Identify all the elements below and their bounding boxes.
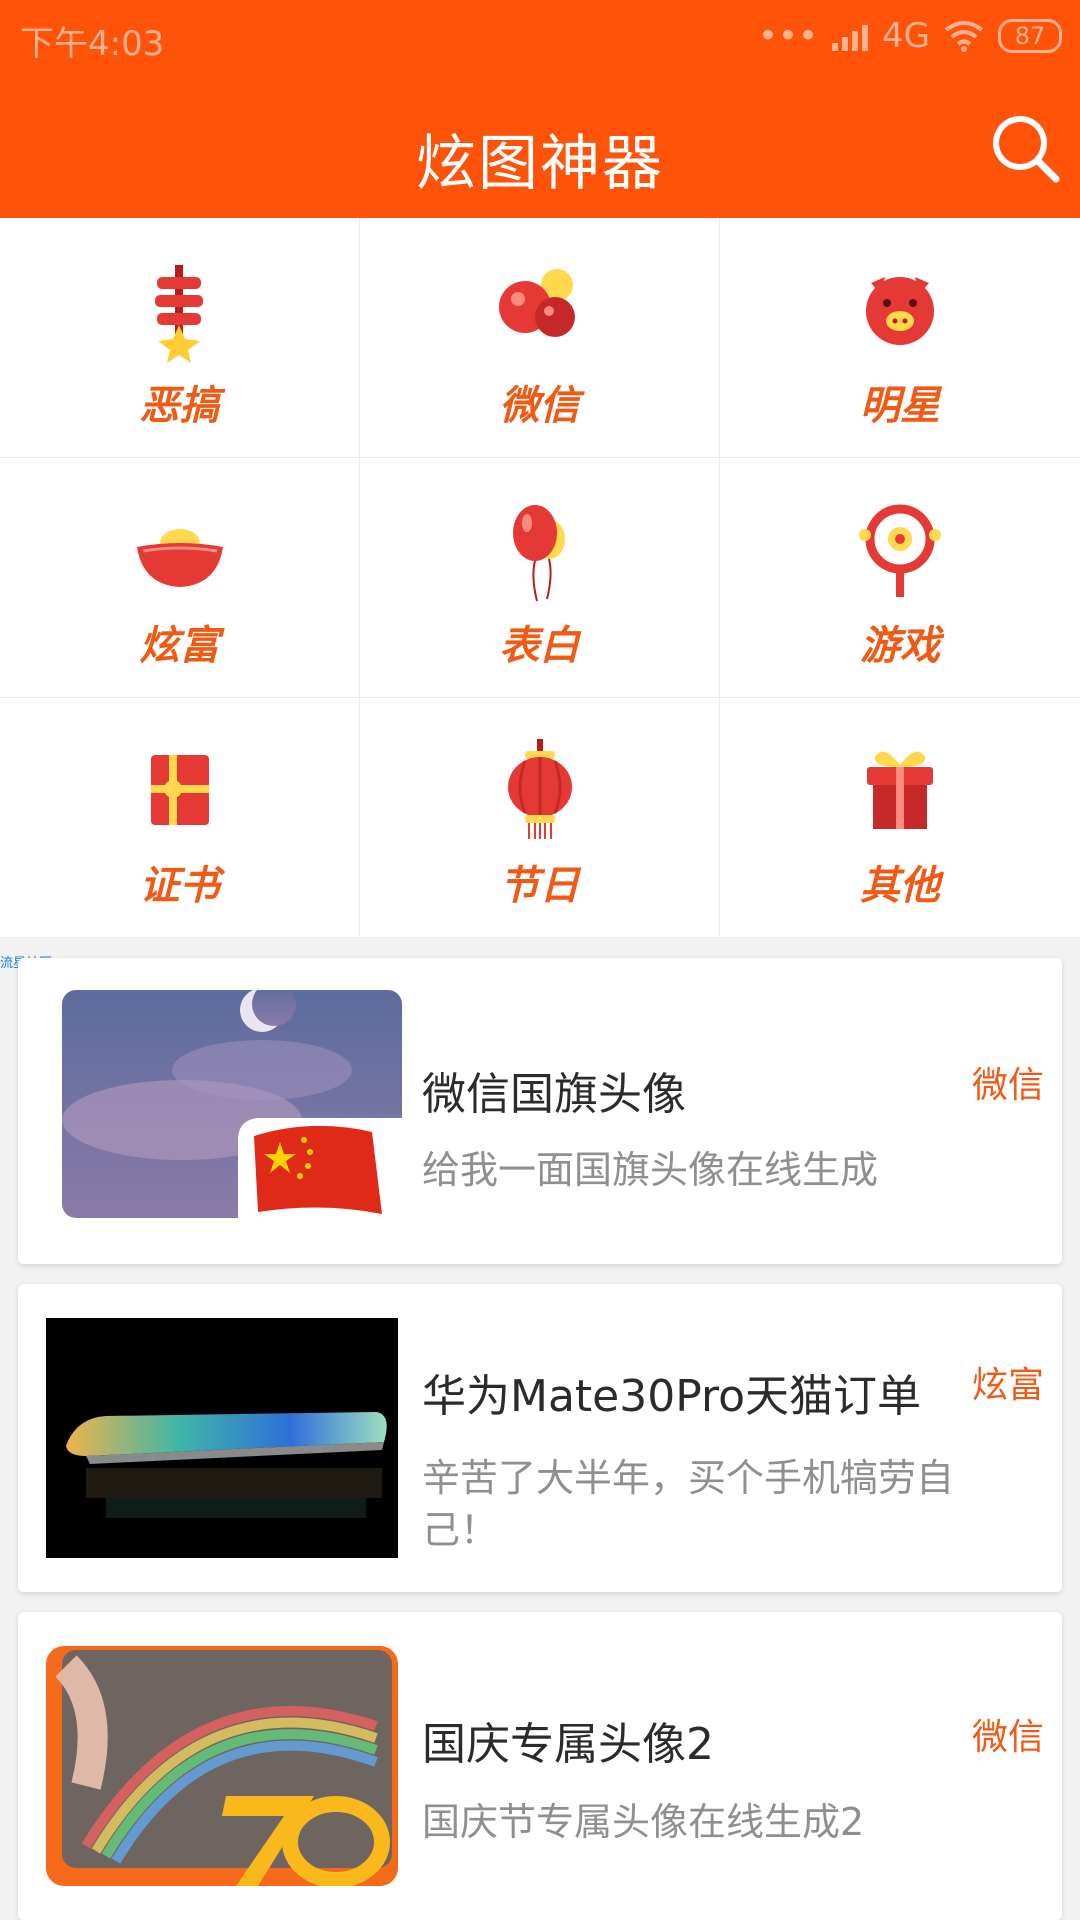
feed-card[interactable]: 微信国旗头像 给我一面国旗头像在线生成 微信 xyxy=(18,958,1062,1264)
status-time: 下午4:03 xyxy=(20,24,165,64)
category-item-holiday[interactable]: 节日 xyxy=(360,698,720,938)
category-item-wechat[interactable]: 微信 xyxy=(360,218,720,458)
category-grid: 恶搞 微信 明星 炫富 表白 游戏 证书 节日 其他 xyxy=(0,218,1080,938)
card-title: 华为Mate30Pro天猫订单 xyxy=(422,1371,922,1422)
category-label: 表白 xyxy=(499,622,580,669)
target-icon xyxy=(859,504,941,597)
app-header: 炫图神器 xyxy=(0,75,1080,218)
pig-icon xyxy=(866,276,934,345)
card-description: 辛苦了大半年，买个手机犒劳自己！ xyxy=(422,1456,955,1552)
gold-ingot-icon xyxy=(136,528,223,587)
category-item-prank[interactable]: 恶搞 xyxy=(0,218,360,458)
card-title: 国庆专属头像2 xyxy=(422,1719,714,1770)
category-item-celebrity[interactable]: 明星 xyxy=(720,218,1080,458)
firecracker-icon xyxy=(154,264,203,363)
status-icons: ••• 4G 87 xyxy=(758,16,1062,56)
signal-icon xyxy=(832,21,869,51)
wifi-icon xyxy=(944,21,984,52)
battery-indicator: 87 xyxy=(998,19,1062,53)
card-title: 微信国旗头像 xyxy=(422,1069,686,1120)
gift-box-icon xyxy=(867,751,933,829)
category-label: 炫富 xyxy=(139,622,220,669)
page-title: 炫图神器 xyxy=(416,129,664,199)
category-item-other[interactable]: 其他 xyxy=(720,698,1080,938)
red-envelope-icon xyxy=(150,754,209,825)
national-day-avatar-thumbnail xyxy=(46,1646,398,1886)
network-type: 4G xyxy=(882,16,930,56)
feed-card[interactable]: 华为Mate30Pro天猫订单 辛苦了大半年，买个手机犒劳自己！ 炫富 xyxy=(18,1284,1062,1592)
category-item-show-wealth[interactable]: 炫富 xyxy=(0,458,360,698)
card-category-tag: 微信 xyxy=(971,1065,1044,1106)
lantern-icon xyxy=(507,738,572,839)
card-category-tag: 微信 xyxy=(971,1717,1044,1758)
category-label: 节日 xyxy=(499,862,580,909)
flag-avatar-thumbnail xyxy=(62,990,402,1218)
search-icon[interactable] xyxy=(990,113,1060,183)
category-item-confession[interactable]: 表白 xyxy=(360,458,720,698)
category-label: 其他 xyxy=(860,862,940,909)
category-item-game[interactable]: 游戏 xyxy=(720,458,1080,698)
category-label: 证书 xyxy=(139,862,220,909)
chat-bubbles-icon xyxy=(498,268,575,337)
category-label: 游戏 xyxy=(860,622,940,669)
balloon-icon xyxy=(512,504,565,601)
feed-card[interactable]: 国庆专属头像2 国庆节专属头像在线生成2 微信 xyxy=(18,1612,1062,1920)
category-item-certificate[interactable]: 证书 xyxy=(0,698,360,938)
phone-thumbnail xyxy=(46,1318,398,1558)
dots-icon: ••• xyxy=(757,16,819,56)
card-description: 国庆节专属头像在线生成2 xyxy=(422,1800,865,1844)
category-label: 恶搞 xyxy=(139,382,220,429)
card-category-tag: 炫富 xyxy=(971,1365,1044,1406)
card-description: 给我一面国旗头像在线生成 xyxy=(422,1148,879,1192)
category-label: 微信 xyxy=(499,382,580,429)
category-label: 明星 xyxy=(860,382,940,429)
status-bar: 下午4:03 ••• 4G 87 xyxy=(0,0,1080,75)
